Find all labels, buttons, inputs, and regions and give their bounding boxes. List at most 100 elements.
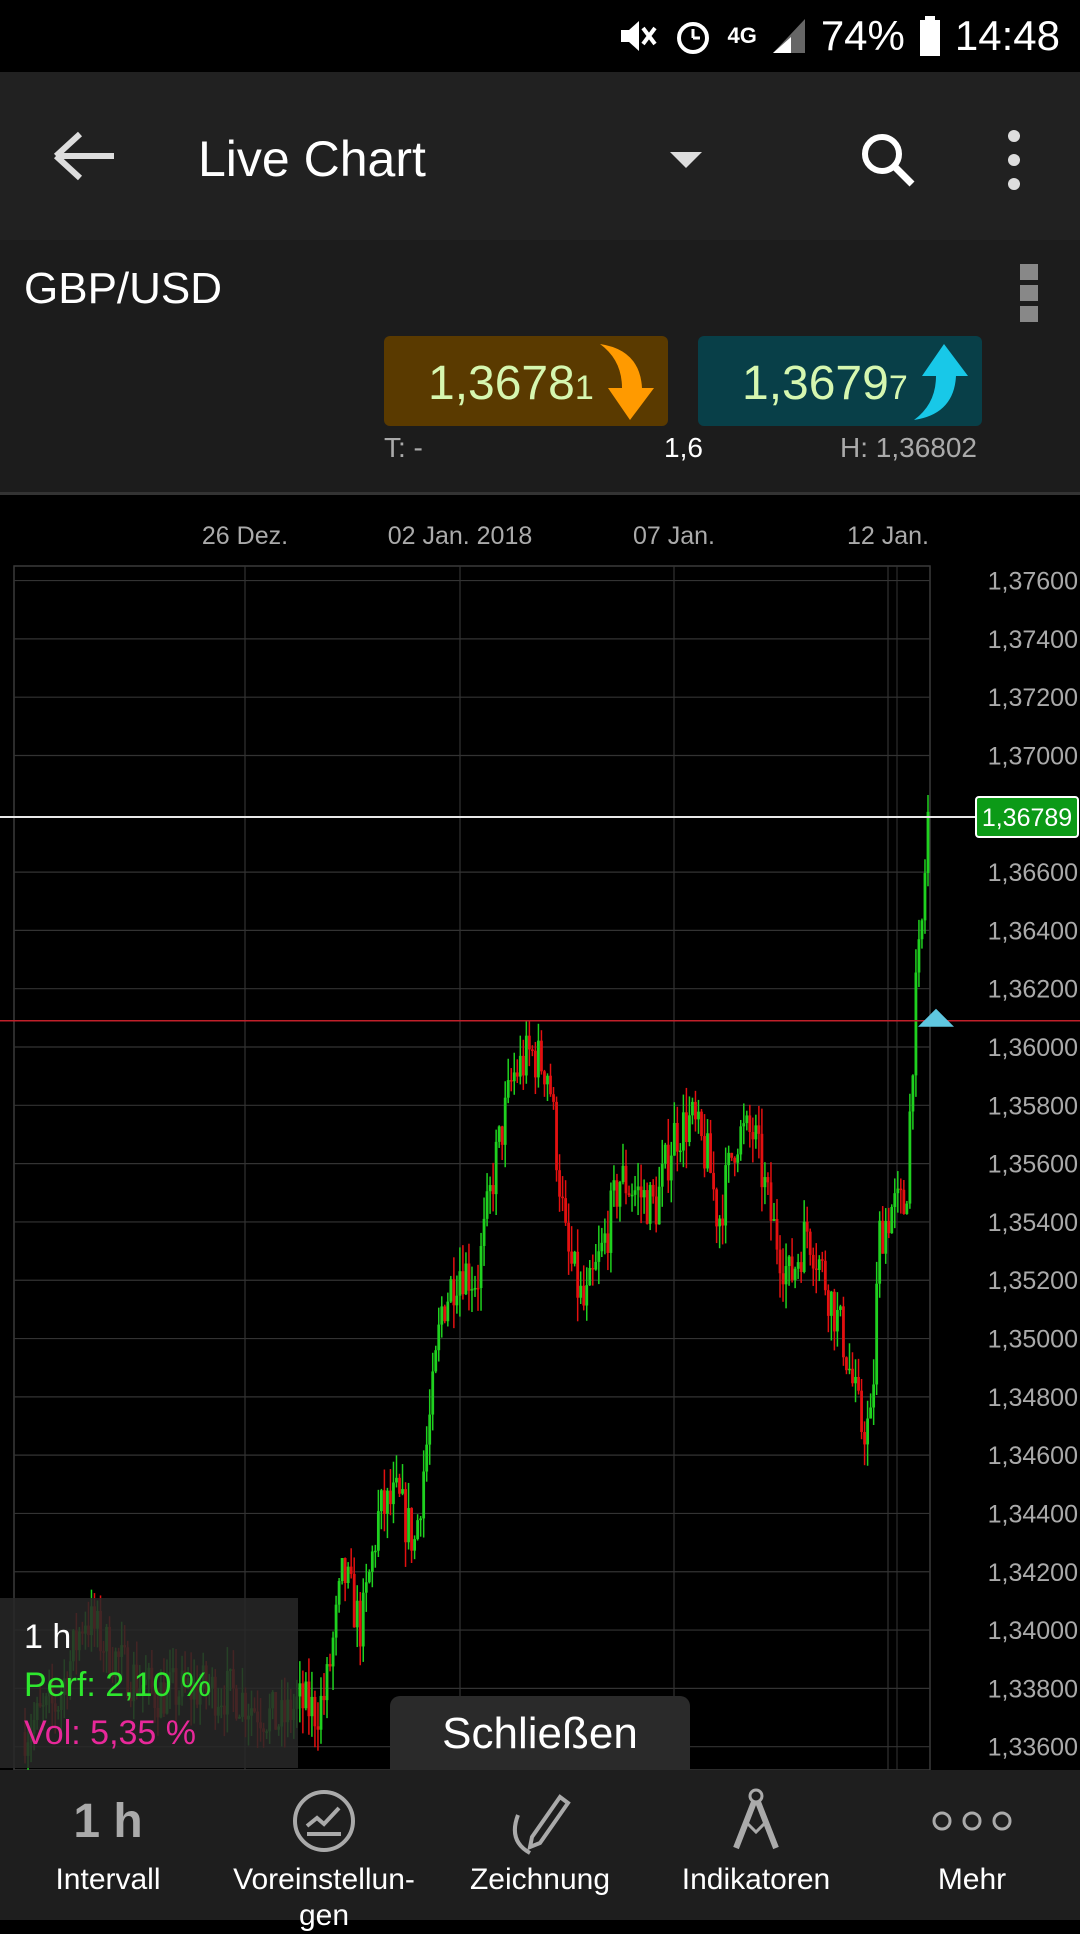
candle <box>712 1151 715 1201</box>
candle <box>763 1162 767 1205</box>
price-chart[interactable]: 1,36789 1,37600 1,37400 1,37200 1,37000 1,36… <box>0 495 1080 1770</box>
candle <box>597 1225 601 1285</box>
pencil-icon <box>513 1794 571 1855</box>
buy-price-button[interactable]: 1,36797 <box>698 336 982 426</box>
nav-presets[interactable]: Voreinstellun-gen <box>216 1770 432 1932</box>
nav-more[interactable]: Mehr <box>864 1770 1080 1920</box>
candle <box>325 1656 329 1719</box>
candle <box>564 1180 567 1226</box>
candle <box>842 1296 845 1366</box>
y-tick-label: 1,35800 <box>988 1092 1078 1120</box>
y-tick-label: 1,35000 <box>988 1326 1078 1354</box>
candle <box>316 1702 320 1751</box>
candle <box>576 1229 580 1322</box>
candle <box>787 1255 791 1286</box>
candle <box>401 1464 404 1496</box>
candle <box>497 1125 501 1148</box>
candle <box>425 1426 429 1482</box>
nav-drawing[interactable]: Zeichnung <box>432 1770 648 1920</box>
candle <box>464 1252 468 1296</box>
candle <box>863 1421 866 1466</box>
candle <box>440 1296 444 1338</box>
presets-icon <box>293 1790 355 1852</box>
candle <box>754 1114 758 1149</box>
candle <box>434 1345 438 1374</box>
candle <box>905 1200 909 1215</box>
candle <box>479 1232 483 1311</box>
candle <box>443 1304 447 1324</box>
candle <box>579 1271 583 1304</box>
candle <box>395 1455 398 1488</box>
candle <box>745 1110 749 1131</box>
nav-interval[interactable]: 1 h Intervall <box>0 1770 216 1920</box>
search-icon[interactable] <box>858 130 918 190</box>
candle <box>458 1247 462 1317</box>
candle <box>893 1178 897 1229</box>
candle <box>594 1244 598 1271</box>
candle <box>503 1081 507 1168</box>
instrument-name[interactable]: GBP/USD <box>24 264 222 314</box>
candle <box>645 1182 649 1225</box>
candle <box>518 1035 522 1085</box>
candle <box>582 1265 586 1311</box>
candle <box>313 1690 317 1748</box>
volatility-label: Vol: 5,35 % <box>24 1714 197 1752</box>
candle <box>721 1194 725 1245</box>
candle <box>709 1119 712 1174</box>
candle <box>760 1108 764 1212</box>
candle <box>845 1356 848 1375</box>
candle <box>654 1176 658 1233</box>
sell-price-button[interactable]: 1,36781 <box>384 336 668 426</box>
candle <box>694 1090 697 1132</box>
candle <box>660 1139 664 1207</box>
candle <box>672 1102 676 1156</box>
candle <box>878 1211 882 1298</box>
x-axis: 26 Dez. 02 Jan. 2018 07 Jan. 12 Jan. <box>202 522 929 550</box>
candle <box>685 1087 688 1169</box>
candle <box>340 1558 344 1585</box>
y-tick-label: 1,34400 <box>988 1500 1078 1528</box>
candle <box>389 1469 392 1516</box>
candle <box>805 1206 809 1249</box>
y-tick-label: 1,34200 <box>988 1559 1078 1587</box>
y-axis: 1,37600 1,37400 1,37200 1,37000 1,36600 1,364… <box>988 568 1078 1762</box>
candle <box>322 1673 326 1715</box>
candle <box>657 1166 661 1225</box>
candle <box>534 1041 537 1095</box>
candle <box>600 1227 604 1258</box>
candle <box>328 1653 332 1672</box>
candle <box>413 1535 416 1560</box>
y-tick-label: 1,35400 <box>988 1209 1078 1237</box>
quote-menu-icon[interactable] <box>1020 264 1042 326</box>
candle <box>851 1352 854 1387</box>
candle <box>706 1119 709 1172</box>
candle <box>337 1577 341 1613</box>
y-tick-label: 1,36400 <box>988 917 1078 945</box>
overflow-menu-icon[interactable] <box>1000 128 1028 192</box>
candle <box>627 1185 631 1198</box>
status-bar: 4G 74% 14:48 <box>0 0 1080 72</box>
high-label: H: 1,36802 <box>840 432 977 463</box>
candle <box>558 1154 561 1212</box>
candle <box>639 1164 643 1224</box>
candle <box>606 1210 610 1271</box>
candle <box>555 1096 558 1182</box>
back-arrow-icon[interactable] <box>50 126 120 186</box>
candle <box>585 1267 589 1321</box>
candle <box>839 1304 842 1317</box>
candle <box>663 1142 667 1169</box>
candle <box>790 1238 794 1283</box>
candle <box>343 1557 347 1602</box>
page-title[interactable]: Live Chart <box>198 130 426 188</box>
nav-indicators[interactable]: Indikatoren <box>648 1770 864 1920</box>
candle <box>488 1176 492 1214</box>
candle <box>540 1030 543 1075</box>
dropdown-caret-icon[interactable] <box>670 152 702 168</box>
candle <box>301 1670 305 1734</box>
close-button[interactable]: Schließen <box>390 1696 690 1772</box>
network-type: 4G <box>727 23 757 48</box>
candle <box>549 1063 552 1097</box>
spread-value: 1,6 <box>664 432 703 463</box>
y-tick-label: 1,35200 <box>988 1267 1078 1295</box>
y-tick-label: 1,35600 <box>988 1151 1078 1179</box>
